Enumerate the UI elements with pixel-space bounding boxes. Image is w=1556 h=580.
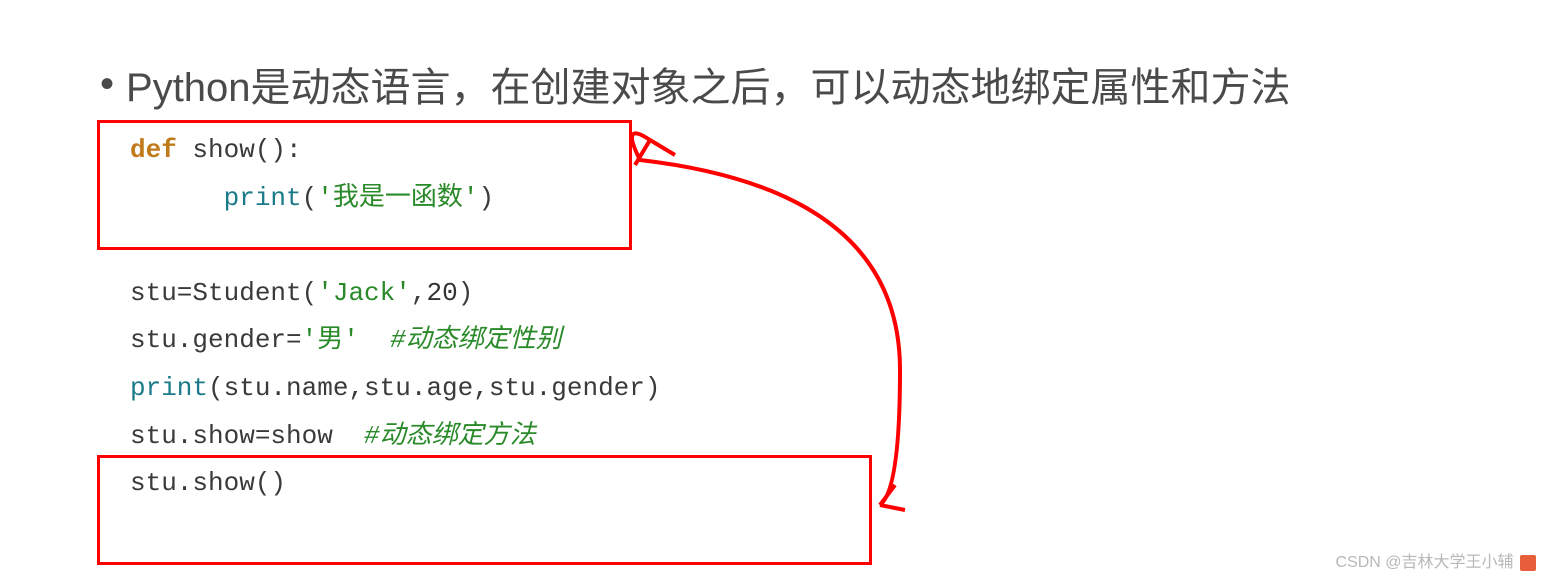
code-text: (stu.name,stu.age,stu.gender) [208,373,660,403]
paren: ) [458,278,474,308]
watermark: CSDN @吉林大学王小辅 [1336,548,1536,572]
comment: #动态绑定性别 [390,325,562,355]
bullet-dot: • [100,62,114,107]
string-literal: 'Jack' [317,278,411,308]
space [359,325,390,355]
keyword-print: print [130,373,208,403]
code-line-7: stu.show=show #动态绑定方法 [130,416,661,458]
code-line-6: print(stu.name,stu.age,stu.gender) [130,368,661,410]
annotation-box-top [97,120,632,250]
code-text: stu=Student( [130,278,317,308]
code-text: stu.show=show [130,421,364,451]
bullet-line: • Python是动态语言，在创建对象之后，可以动态地绑定属性和方法 [100,55,1291,113]
code-line-5: stu.gender='男' #动态绑定性别 [130,320,661,362]
code-text: stu.gender= [130,325,302,355]
number-literal: 20 [426,278,457,308]
watermark-icon [1520,555,1536,571]
annotation-box-bottom [97,455,872,565]
comment: #动态绑定方法 [364,421,536,451]
bullet-text: Python是动态语言，在创建对象之后，可以动态地绑定属性和方法 [126,55,1291,113]
code-line-4: stu=Student('Jack',20) [130,273,661,315]
comma: , [411,278,427,308]
watermark-text: CSDN @吉林大学王小辅 [1336,554,1514,571]
string-literal: '男' [302,325,359,355]
